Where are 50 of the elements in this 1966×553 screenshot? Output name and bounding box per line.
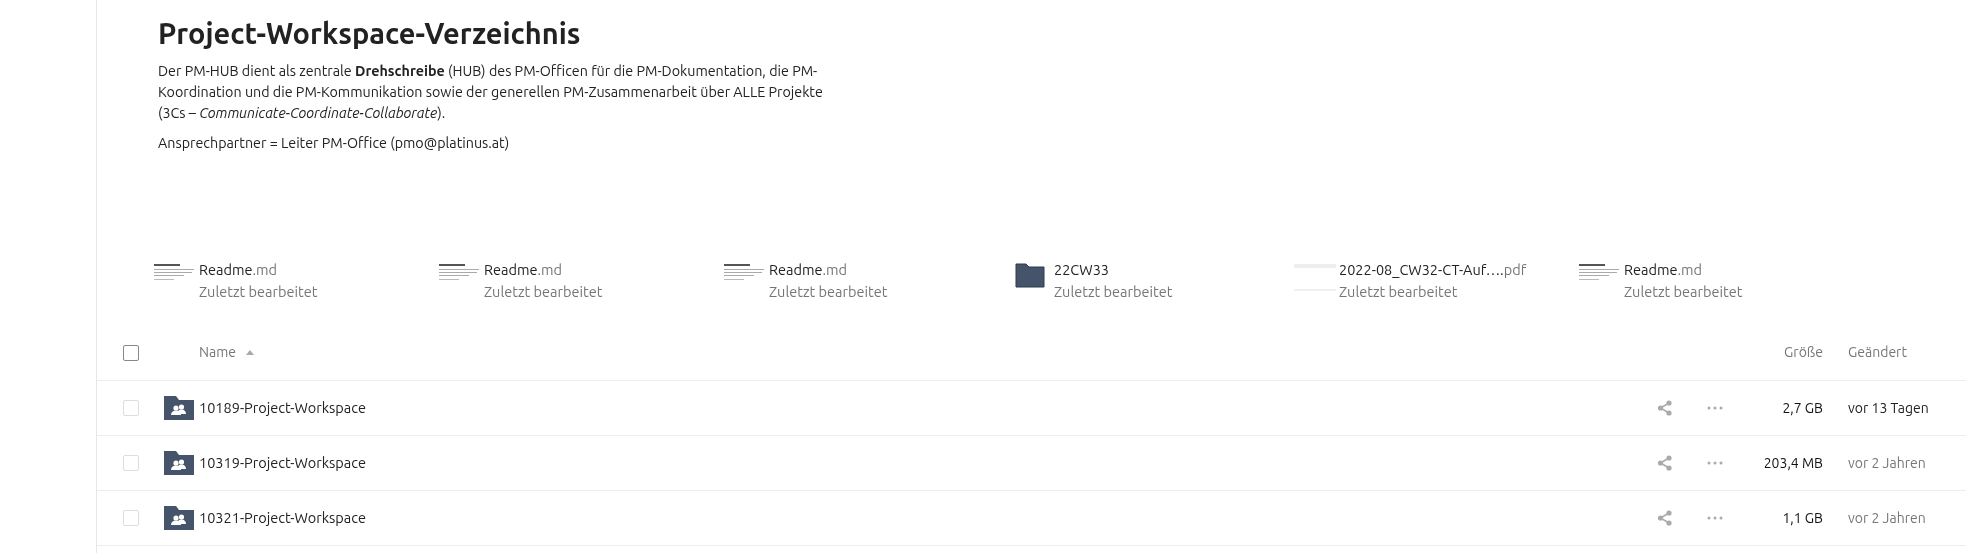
folder-row[interactable]: 10189-Project-Workspace 2,7 GB vor 13 Tagen	[97, 381, 1966, 436]
page-title: Project-Workspace-Verzeichnis	[158, 16, 582, 51]
file-name: Readme.md	[484, 260, 564, 280]
folder-row[interactable]: 10319-Project-Workspace 203,4 MB vor 2 Jahren	[97, 436, 1966, 491]
select-all-checkbox[interactable]	[123, 344, 139, 361]
file-subtitle: Zuletzt bearbeitet	[1339, 282, 1459, 302]
file-size: 203,4 MB	[1763, 454, 1823, 471]
recent-file-item[interactable]: 2022-08_CW32-CT-Auf….pdf Zuletzt bearbeitet	[1294, 259, 1579, 309]
modified-date: vor 13 Tagen	[1848, 399, 1929, 416]
description-paragraph: Der PM-HUB dient als zentrale Drehschreibe (HUB) des PM-Officen für die PM-Dokumentation, die PM-Koordination und die PM-Kommunikation sowie der generellen PM-Zusammenarbeit über ALLE Projekte (3Cs – Communicate-Coordinate-Collaborate).	[158, 62, 824, 123]
recent-file-item[interactable]: Readme.md Zuletzt bearbeitet	[439, 259, 724, 309]
file-subtitle: Zuletzt bearbeitet	[1054, 282, 1173, 302]
share-icon[interactable]	[1657, 400, 1673, 416]
recent-file-item[interactable]: 22CW33 Zuletzt bearbeitet	[1009, 259, 1294, 309]
row-checkbox[interactable]	[123, 510, 139, 526]
folder-name[interactable]: 10321-Project-Workspace	[199, 509, 366, 526]
file-subtitle: Zuletzt bearbeitet	[1624, 282, 1743, 302]
row-checkbox[interactable]	[123, 400, 139, 416]
shared-folder-icon	[164, 451, 194, 475]
folder-icon	[1015, 262, 1045, 288]
modified-date: vor 2 Jahren	[1848, 509, 1926, 526]
folder-name[interactable]: 10319-Project-Workspace	[199, 454, 366, 471]
folder-name[interactable]: 10189-Project-Workspace	[199, 399, 366, 416]
file-name: Readme.md	[769, 260, 849, 280]
recent-file-item[interactable]: Readme.md Zuletzt bearbeitet	[154, 259, 439, 309]
more-options-icon[interactable]	[1707, 516, 1723, 520]
recent-file-item[interactable]: Readme.md Zuletzt bearbeitet	[724, 259, 1009, 309]
shared-folder-icon	[164, 506, 194, 530]
row-checkbox[interactable]	[123, 455, 139, 471]
share-icon[interactable]	[1657, 510, 1673, 526]
column-header[interactable]: Größe	[1784, 344, 1823, 360]
recent-file-item[interactable]: Readme.md Zuletzt bearbeitet	[1579, 259, 1864, 309]
file-subtitle: Zuletzt bearbeitet	[769, 282, 888, 302]
file-size: 2,7 GB	[1782, 399, 1823, 416]
shared-folder-icon	[164, 396, 194, 420]
column-header[interactable]: Geändert	[1848, 344, 1907, 360]
file-name: 2022-08_CW32-CT-Auf….pdf	[1339, 260, 1527, 280]
description-paragraph: Ansprechpartner = Leiter PM-Office (pmo@platinus.at)	[158, 134, 511, 153]
file-name: Readme.md	[199, 260, 279, 280]
file-subtitle: Zuletzt bearbeitet	[199, 282, 318, 302]
column-header[interactable]: Name	[199, 342, 236, 363]
file-size: 1,1 GB	[1782, 509, 1823, 526]
more-options-icon[interactable]	[1707, 461, 1723, 465]
more-options-icon[interactable]	[1707, 406, 1723, 410]
modified-date: vor 2 Jahren	[1848, 454, 1926, 471]
folder-row[interactable]: 10321-Project-Workspace 1,1 GB vor 2 Jahren	[97, 491, 1966, 546]
file-name: 22CW33	[1054, 260, 1111, 280]
file-name: Readme.md	[1624, 260, 1704, 280]
share-icon[interactable]	[1657, 455, 1673, 471]
file-subtitle: Zuletzt bearbeitet	[484, 282, 603, 302]
